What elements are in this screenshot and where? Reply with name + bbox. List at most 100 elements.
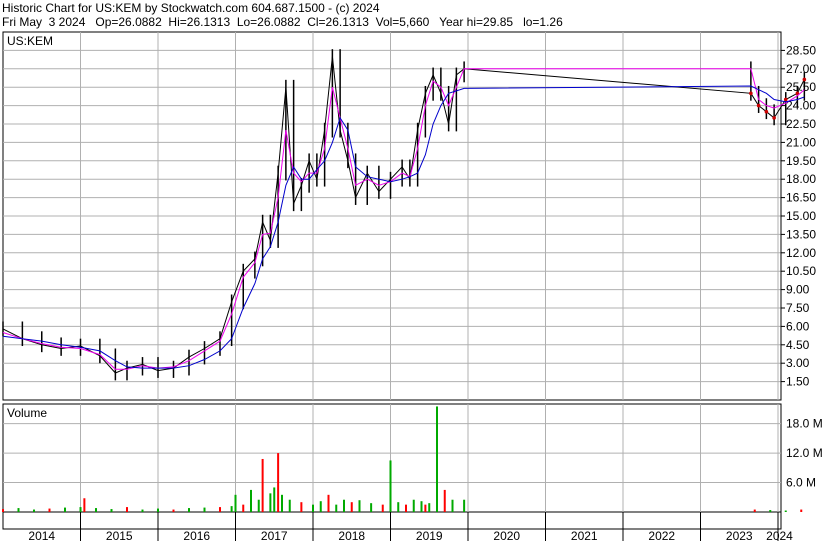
price-tick-label: 19.50 [786, 154, 816, 168]
price-tick-label: 27.00 [786, 62, 816, 76]
price-point [749, 91, 753, 96]
volume-bar [420, 501, 423, 512]
price-tick-label: 3.00 [786, 356, 810, 370]
volume-bars [2, 406, 803, 512]
volume-bar [428, 503, 431, 512]
volume-bar [203, 507, 206, 512]
price-tick-label: 16.50 [786, 191, 816, 205]
volume-bar [17, 508, 20, 512]
volume-bar [157, 508, 159, 512]
price-tick-label: 13.50 [786, 227, 816, 241]
x-tick-label-2016: 2016 [183, 529, 210, 543]
chart-title: Historic Chart for US:KEM by Stockwatch.… [2, 1, 380, 15]
volume-panel-border [2, 403, 782, 513]
x-tick-label-2019: 2019 [416, 529, 443, 543]
price-point [756, 103, 761, 108]
volume-bar [83, 498, 86, 512]
volume-bar [257, 499, 260, 512]
volume-bar [443, 489, 446, 512]
volume-bar [381, 504, 384, 512]
volume-bar [300, 502, 303, 512]
volume-bar [436, 406, 438, 512]
price-panel-label: US:KEM [7, 34, 53, 48]
price-axis-ticks: 1.50 3.00 4.50 6.00 7.50 9.00 10.50 12.00 13.50 1… [780, 32, 816, 400]
volume-bar [48, 508, 51, 512]
x-tick-label-2020: 2020 [493, 529, 520, 543]
volume-bar [405, 504, 407, 512]
time-axis-border [2, 511, 782, 530]
volume-bar [343, 499, 345, 512]
volume-bar [350, 502, 353, 512]
volume-bar [188, 508, 190, 512]
volume-bar [769, 510, 772, 512]
volume-panel-label: Volume [7, 406, 47, 420]
x-axis-labels: 2014 2015 2016 2017 2018 2019 2020 2021 2022 2023… [28, 512, 793, 543]
price-tick-label: 1.50 [786, 375, 810, 389]
moving-average-line-2 [2, 85, 805, 369]
volume-bar [412, 499, 415, 512]
quote-summary: Fri May 3 2024 Op=26.0882 Hi=26.1313 Lo=… [2, 15, 563, 29]
volume-bar [273, 487, 276, 512]
volume-tick-label: 12.0 M [786, 446, 823, 460]
price-tick-label: 22.50 [786, 117, 816, 131]
volume-bar [269, 493, 272, 512]
price-tick-label: 21.00 [786, 135, 816, 149]
price-bars [2, 49, 807, 381]
volume-axis-ticks: 6.0 M 12.0 M 18.0 M [786, 417, 823, 490]
volume-bar [397, 502, 400, 512]
volume-bar [389, 460, 392, 512]
volume-bar [281, 494, 283, 512]
price-tick-label: 12.00 [786, 246, 816, 260]
volume-bar [451, 499, 454, 512]
price-point [772, 116, 776, 120]
price-tick-label: 6.00 [786, 319, 810, 333]
volume-bar [172, 509, 175, 512]
x-tick-label-2024: 2024 [766, 529, 793, 543]
price-close-line [2, 56, 805, 374]
x-tick-label-2015: 2015 [106, 529, 133, 543]
volume-bar [358, 500, 361, 512]
volume-bar [463, 499, 466, 512]
volume-bar [319, 501, 322, 512]
price-tick-label: 28.50 [786, 43, 816, 57]
price-tick-label: 4.50 [786, 338, 810, 352]
price-tick-label: 10.50 [786, 264, 816, 278]
price-point [764, 109, 769, 114]
price-point [802, 77, 807, 82]
moving-average-line-1 [2, 68, 805, 370]
volume-bar [242, 504, 245, 512]
volume-bar [370, 503, 373, 512]
volume-bar [2, 509, 4, 512]
volume-bar [261, 458, 264, 512]
price-tick-label: 9.00 [786, 283, 810, 297]
x-tick-label-2022: 2022 [648, 529, 675, 543]
volume-bar [288, 499, 291, 512]
volume-bar [126, 507, 128, 512]
volume-bar [312, 504, 314, 512]
volume-bar [95, 508, 97, 512]
chart-canvas: 1.50 3.00 4.50 6.00 7.50 9.00 10.50 12.00 13.50 1… [2, 31, 823, 543]
volume-bar [110, 509, 113, 512]
volume-bar [250, 489, 252, 512]
volume-bar [424, 504, 427, 512]
x-tick-label-2017: 2017 [261, 529, 288, 543]
price-tick-label: 18.00 [786, 172, 816, 186]
volume-tick-label: 6.0 M [786, 476, 816, 490]
x-tick-label-2023: 2023 [726, 529, 753, 543]
chart-frame [2, 31, 782, 530]
moving-average-lines [2, 68, 805, 370]
x-tick-label-2018: 2018 [338, 529, 365, 543]
volume-bar [64, 507, 66, 512]
volume-bar [277, 453, 280, 512]
price-tick-label: 15.00 [786, 209, 816, 223]
volume-bar [327, 494, 330, 512]
price-tick-label: 7.50 [786, 301, 810, 315]
price-point [783, 97, 788, 102]
volume-bar [219, 507, 221, 512]
chart-page: 1.50 3.00 4.50 6.00 7.50 9.00 10.50 12.00 13.50 1… [0, 0, 830, 543]
volume-bar [33, 509, 35, 512]
volume-bar [335, 504, 338, 512]
volume-bar [800, 509, 803, 512]
volume-tick-label: 18.0 M [786, 417, 823, 431]
volume-grid [3, 404, 781, 512]
